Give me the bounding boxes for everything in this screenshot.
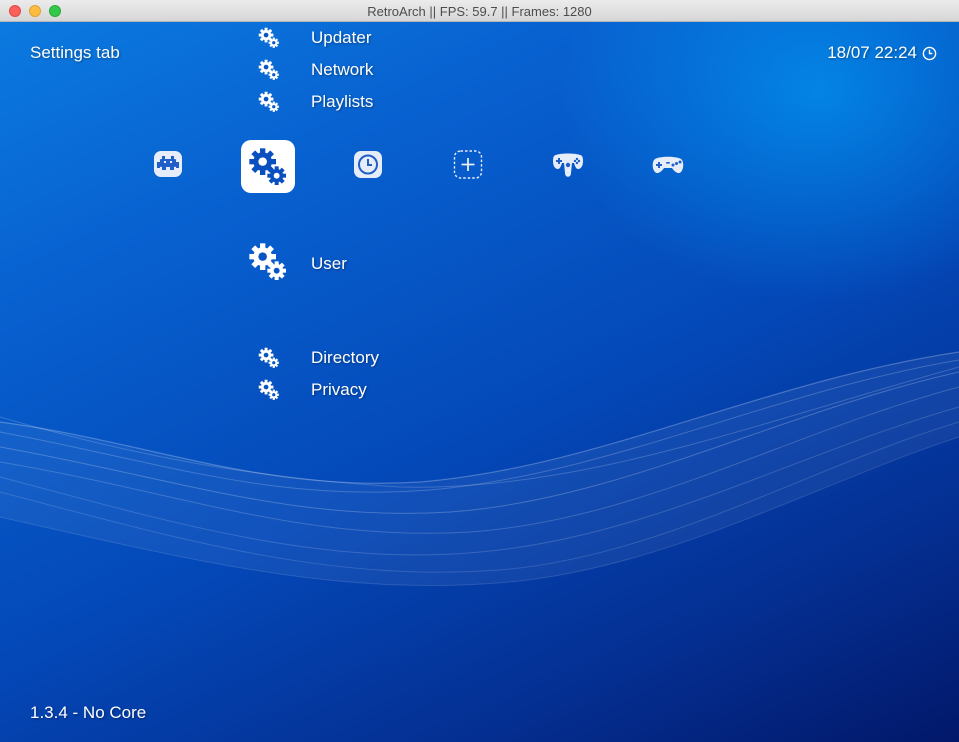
menu-item-label: Network <box>311 60 374 79</box>
tab-title: Settings tab <box>30 43 120 62</box>
space-invader-icon[interactable] <box>153 149 183 179</box>
menu-item-directory[interactable]: Directory <box>256 347 379 369</box>
menu-item-user[interactable]: User <box>256 242 347 282</box>
menu-item-updater[interactable]: Updater <box>256 27 371 49</box>
n64-controller-icon[interactable] <box>552 147 584 181</box>
gear-icon <box>258 59 280 81</box>
gear-icon <box>248 242 288 282</box>
menu-item-playlists[interactable]: Playlists <box>256 91 373 113</box>
gear-icon <box>258 91 280 113</box>
clock-text: 18/07 22:24 <box>827 43 917 62</box>
history-clock-icon[interactable] <box>353 149 383 179</box>
window-title: RetroArch || FPS: 59.7 || Frames: 1280 <box>367 4 592 19</box>
menu-item-label: User <box>311 254 347 273</box>
add-plus-icon[interactable] <box>453 149 483 179</box>
gear-icon <box>258 379 280 401</box>
menu-item-label: Directory <box>311 348 380 367</box>
menu-item-label: Privacy <box>311 380 367 399</box>
menu-item-label: Updater <box>311 28 372 47</box>
menu-item-privacy[interactable]: Privacy <box>256 379 367 401</box>
gear-icon <box>258 27 280 49</box>
gear-icon <box>258 347 280 369</box>
version-core-info: 1.3.4 - No Core <box>30 703 147 722</box>
ribbon-wave-background <box>0 351 959 586</box>
menu-item-label: Playlists <box>311 92 374 111</box>
date-time: 18/07 22:24 <box>827 43 937 63</box>
tab-settings[interactable] <box>241 140 295 193</box>
menu-item-network[interactable]: Network <box>256 59 373 81</box>
window-titlebar[interactable]: RetroArch || FPS: 59.7 || Frames: 1280 <box>0 0 959 22</box>
clock-icon <box>922 46 937 60</box>
gears-icon <box>248 147 288 187</box>
genesis-controller-icon[interactable] <box>652 149 684 179</box>
retroarch-screen: Settings tab 18/07 22:24 Updater Network… <box>0 22 959 742</box>
